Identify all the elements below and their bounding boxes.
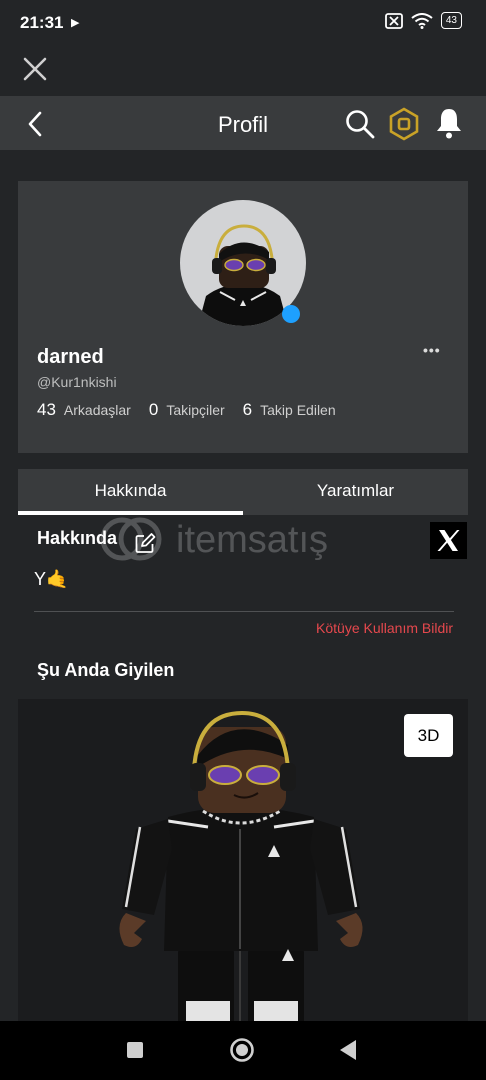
about-description: Y🤙 (34, 569, 69, 589)
profile-tabs: Hakkında Yaratımlar (18, 469, 468, 515)
status-icons: 43 (384, 12, 462, 29)
avatar-full-body-image (119, 710, 363, 1027)
about-title: Hakkında (37, 528, 118, 548)
status-time: 21:31 (20, 13, 64, 32)
close-icon[interactable] (22, 56, 48, 82)
followers-count[interactable]: 0 (149, 400, 158, 420)
display-name: darned (37, 346, 104, 368)
online-status-dot (282, 305, 300, 323)
back-nav-icon[interactable] (338, 1039, 358, 1061)
view-3d-button[interactable]: 3D (404, 714, 453, 757)
following-label[interactable]: Takip Edilen (260, 402, 336, 418)
home-icon[interactable] (229, 1037, 255, 1063)
report-abuse-link[interactable]: Kötüye Kullanım Bildir (316, 620, 453, 636)
friends-count[interactable]: 43 (37, 400, 56, 420)
tab-creations[interactable]: Yaratımlar (243, 469, 468, 515)
notification-bell-icon[interactable] (434, 106, 464, 140)
tab-about[interactable]: Hakkında (18, 469, 243, 515)
battery-icon: 43 (440, 12, 462, 29)
avatar-3d-preview[interactable] (18, 699, 468, 1029)
more-options-button[interactable]: ••• (423, 342, 441, 358)
edit-icon[interactable] (134, 532, 156, 554)
search-icon[interactable] (344, 108, 376, 140)
wifi-icon (411, 12, 433, 29)
system-nav-bar (0, 1021, 486, 1080)
currently-wearing-title: Şu Anda Giyilen (37, 660, 175, 680)
friends-label[interactable]: Arkadaşlar (64, 402, 131, 418)
followers-label[interactable]: Takipçiler (166, 402, 224, 418)
no-sim-icon (384, 12, 403, 29)
recent-apps-icon[interactable] (126, 1041, 144, 1059)
username: @Kur1nkishi (37, 374, 117, 390)
robux-icon[interactable] (388, 107, 420, 141)
watermark-text: itemsatış (176, 519, 328, 561)
following-count[interactable]: 6 (243, 400, 252, 420)
divider (34, 611, 454, 612)
profile-stats: 43 Arkadaşlar 0 Takipçiler 6 Takip Edile… (37, 400, 354, 420)
x-icon (437, 530, 460, 551)
play-store-notification-icon: ▶ (71, 17, 80, 29)
x-social-button[interactable] (430, 522, 467, 559)
